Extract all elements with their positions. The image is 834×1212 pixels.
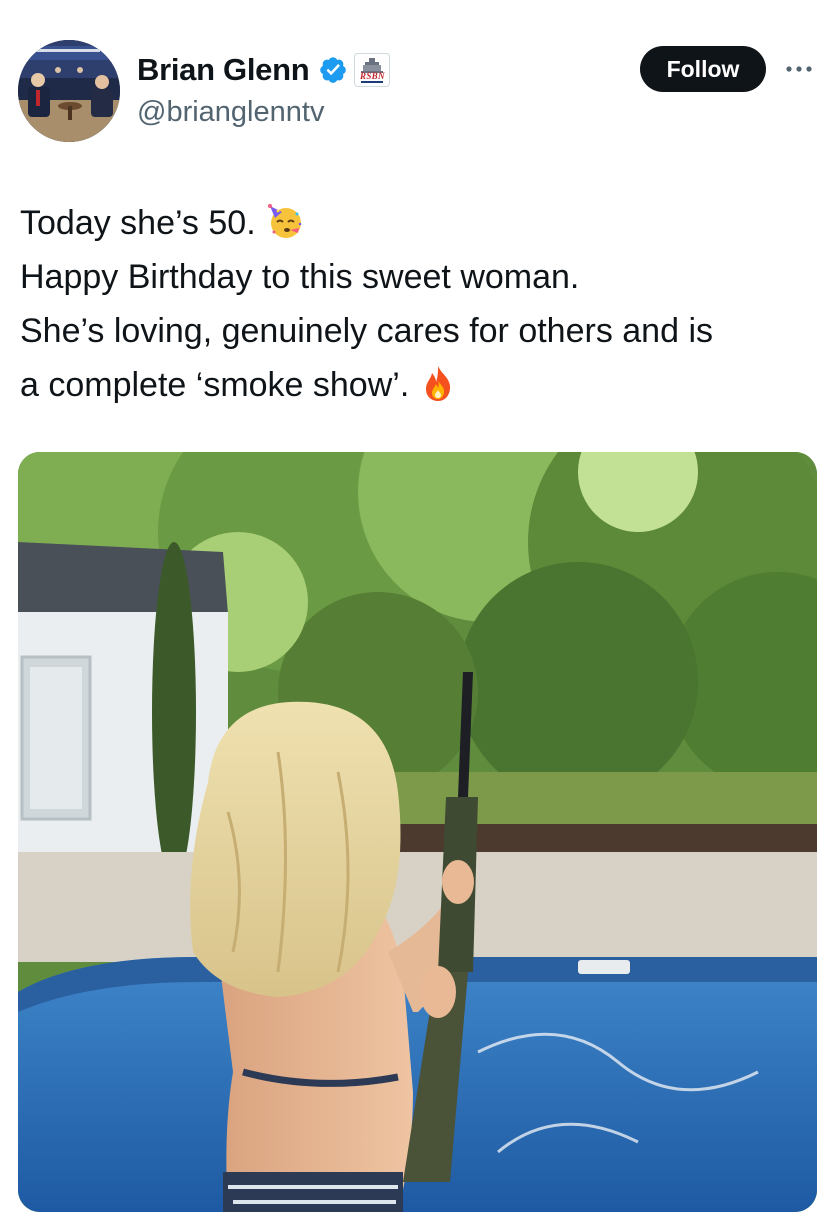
tweet-media-photo[interactable] (18, 452, 817, 1212)
rsbn-affiliation-badge[interactable]: RSBN (354, 53, 391, 87)
more-horizontal-icon[interactable] (784, 58, 814, 80)
author-display-name[interactable]: Brian Glenn (137, 52, 310, 88)
affiliation-badge-stripe (361, 81, 384, 83)
tweet-text-line-4-text: a complete ‘smoke show’. (20, 366, 410, 404)
affiliation-badge-text: RSBN (360, 71, 385, 81)
tweet-text-line-3: She’s loving, genuinely cares for others… (20, 312, 713, 350)
fire-emoji-icon (419, 364, 457, 402)
follow-button[interactable]: Follow (640, 46, 766, 92)
tweet-text-line-1: Today she’s 50. (20, 196, 820, 250)
tweet-text-line-2: Happy Birthday to this sweet woman. (20, 258, 580, 296)
tweet-text-line-1-text: Today she’s 50. (20, 204, 256, 242)
partying-face-emoji-icon (266, 202, 304, 240)
author-avatar[interactable] (18, 40, 120, 142)
tweet-text: Today she’s 50. Happy Birthday to this s… (20, 196, 820, 412)
verified-badge-icon[interactable] (318, 55, 348, 85)
tweet-text-line-4: a complete ‘smoke show’. (20, 358, 820, 412)
author-name-row: Brian Glenn RSBN (137, 50, 391, 90)
author-handle[interactable]: @brianglenntv (137, 96, 324, 129)
